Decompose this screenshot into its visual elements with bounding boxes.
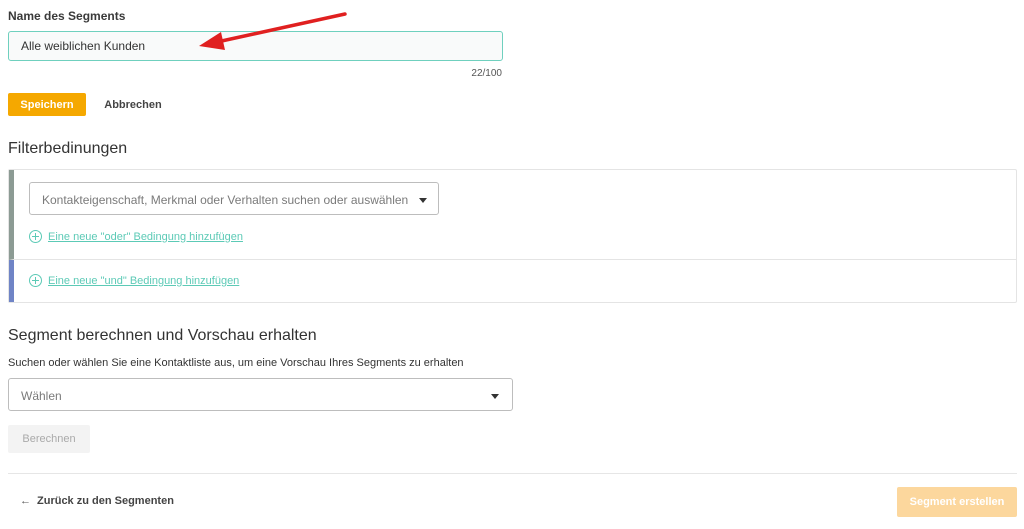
filter-conditions-box: Kontakteigenschaft, Merkmal oder Verhalt…	[8, 169, 1017, 303]
property-select[interactable]: Kontakteigenschaft, Merkmal oder Verhalt…	[29, 182, 439, 215]
save-button[interactable]: Speichern	[8, 93, 86, 116]
and-condition-group: Eine neue "und" Bedingung hinzufügen	[9, 260, 1016, 302]
segment-name-input[interactable]	[8, 31, 503, 61]
filter-conditions-heading: Filterbedinungen	[8, 140, 128, 157]
add-and-condition-link[interactable]: Eine neue "und" Bedingung hinzufügen	[29, 274, 239, 287]
plus-circle-icon	[29, 230, 42, 243]
cancel-button[interactable]: Abbrechen	[97, 93, 169, 116]
footer-divider	[8, 473, 1017, 474]
add-or-condition-link[interactable]: Eine neue "oder" Bedingung hinzufügen	[29, 230, 243, 243]
segment-name-label: Name des Segments	[8, 9, 126, 23]
back-to-segments-label: Zurück zu den Segmenten	[37, 495, 174, 507]
contact-list-select-value: Wählen	[21, 389, 62, 403]
segment-editor-page: Name des Segments 22/100 Speichern Abbre…	[0, 0, 1024, 529]
preview-heading: Segment berechnen und Vorschau erhalten	[8, 327, 317, 344]
add-or-condition-label: Eine neue "oder" Bedingung hinzufügen	[48, 230, 243, 243]
arrow-left-icon: ←	[20, 495, 31, 507]
chevron-down-icon	[419, 198, 427, 203]
property-select-placeholder: Kontakteigenschaft, Merkmal oder Verhalt…	[42, 193, 409, 207]
calculate-button[interactable]: Berechnen	[8, 425, 90, 453]
preview-description: Suchen oder wählen Sie eine Kontaktliste…	[8, 357, 464, 369]
create-segment-button[interactable]: Segment erstellen	[897, 487, 1017, 517]
contact-list-select[interactable]: Wählen	[8, 378, 513, 411]
add-and-condition-label: Eine neue "und" Bedingung hinzufügen	[48, 274, 240, 287]
back-to-segments-link[interactable]: ← Zurück zu den Segmenten	[20, 495, 174, 507]
chevron-down-icon	[491, 394, 499, 399]
plus-circle-icon	[29, 274, 42, 287]
or-condition-group: Kontakteigenschaft, Merkmal oder Verhalt…	[9, 170, 1016, 260]
character-counter: 22/100	[471, 68, 502, 79]
